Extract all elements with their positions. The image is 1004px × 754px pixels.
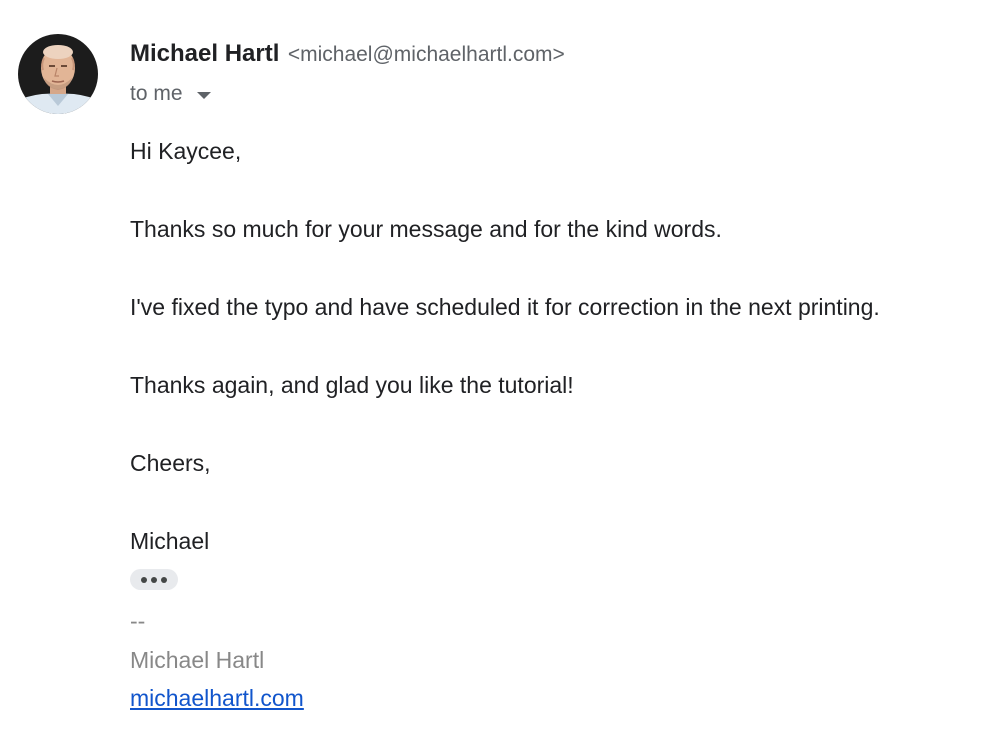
- show-trimmed-content-button[interactable]: [130, 569, 178, 590]
- more-horiz-icon-dot: [151, 576, 157, 583]
- more-horiz-icon-dot: [141, 576, 147, 583]
- message-body: Hi Kaycee, Thanks so much for your messa…: [130, 135, 990, 714]
- greeting: Hi Kaycee,: [130, 138, 242, 164]
- sender-email[interactable]: <michael@michaelhartl.com>: [288, 43, 565, 66]
- body-paragraph: I've fixed the typo and have scheduled i…: [130, 294, 880, 320]
- signature-website-link[interactable]: michaelhartl.com: [130, 682, 304, 714]
- signature-separator: --: [130, 608, 146, 634]
- body-paragraph: Thanks so much for your message and for …: [130, 216, 722, 242]
- email-signature: -- Michael Hartl michaelhartl.com: [130, 610, 990, 714]
- signature-name: Michael Hartl: [130, 647, 265, 673]
- body-paragraph: Thanks again, and glad you like the tuto…: [130, 372, 574, 398]
- more-horiz-icon-dot: [161, 576, 167, 583]
- message-header: Michael Hartl <michael@michaelhartl.com>…: [130, 38, 565, 107]
- sender-line: Michael Hartl <michael@michaelhartl.com>: [130, 38, 565, 73]
- recipient-details-toggle[interactable]: to me: [130, 81, 211, 107]
- sender-name[interactable]: Michael Hartl: [130, 40, 279, 67]
- sender-avatar[interactable]: [18, 34, 98, 114]
- sender-signoff-name: Michael: [130, 528, 210, 554]
- avatar-photo: [18, 34, 98, 114]
- recipient-label: to me: [130, 82, 183, 105]
- chevron-down-icon[interactable]: [196, 91, 211, 99]
- sign-off: Cheers,: [130, 450, 211, 476]
